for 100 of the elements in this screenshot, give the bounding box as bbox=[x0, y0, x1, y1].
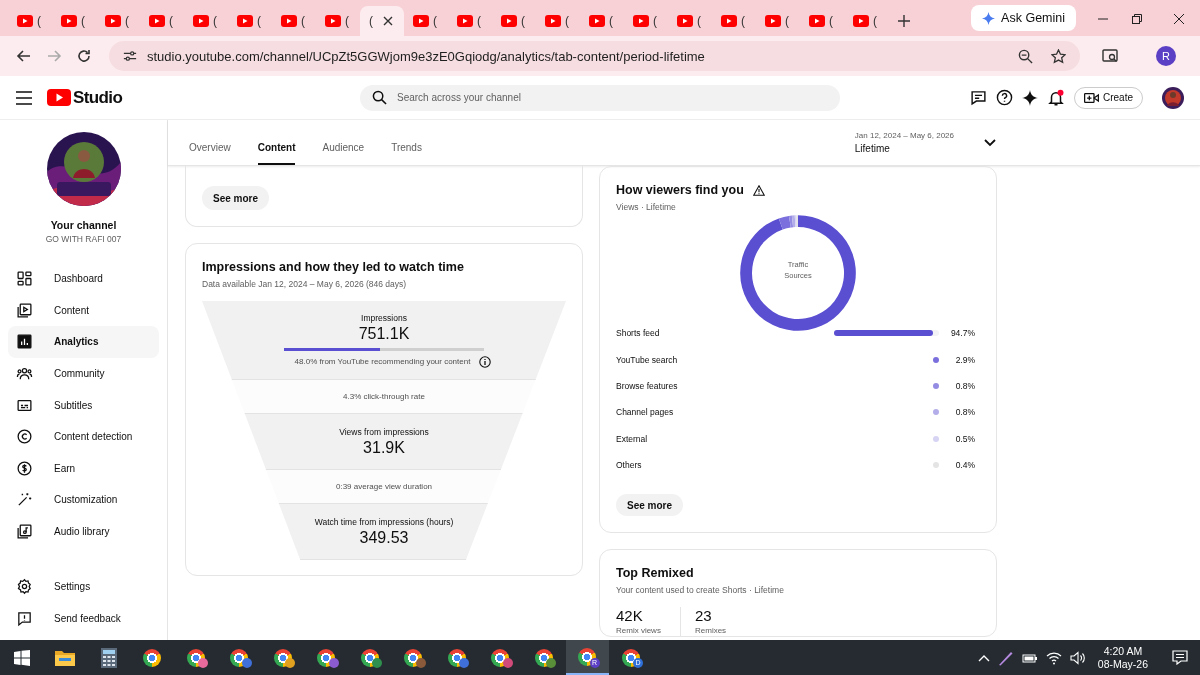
clock-date[interactable]: 08-May-26 bbox=[1097, 657, 1148, 671]
browser-tab[interactable]: ( bbox=[52, 6, 96, 36]
source-percent: 0.8% bbox=[954, 407, 975, 418]
nav-item[interactable]: Dashboard bbox=[8, 263, 159, 295]
close-icon[interactable] bbox=[383, 16, 393, 26]
analytics-tab[interactable]: Audience bbox=[322, 120, 365, 165]
new-tab-icon[interactable] bbox=[898, 15, 910, 27]
analytics-tab[interactable]: Content bbox=[257, 120, 296, 165]
battery-icon[interactable] bbox=[1021, 651, 1038, 664]
video-play-icon bbox=[325, 15, 341, 27]
metric-label: Impressions bbox=[361, 312, 407, 323]
browser-tab[interactable]: ( bbox=[360, 6, 404, 36]
browser-tab[interactable]: ( bbox=[712, 6, 756, 36]
notification-icon[interactable] bbox=[1172, 650, 1188, 665]
nav-item[interactable]: Content bbox=[8, 294, 159, 327]
browser-tab[interactable]: ( bbox=[228, 6, 272, 36]
browser-tab[interactable]: ( bbox=[844, 6, 888, 36]
card-subtitle: Views · Lifetime bbox=[616, 202, 677, 212]
nav-item[interactable]: Content detection bbox=[8, 420, 159, 453]
browser-tab[interactable]: ( bbox=[184, 6, 228, 36]
source-name: Channel pages bbox=[616, 407, 675, 418]
calculator-icon bbox=[100, 647, 117, 668]
settings-icon bbox=[16, 578, 33, 596]
search-field[interactable]: Search across your channel bbox=[360, 84, 840, 111]
browser-tab[interactable]: ( bbox=[448, 6, 492, 36]
browser-tab[interactable]: ( bbox=[800, 6, 844, 36]
period-label: Lifetime bbox=[854, 143, 891, 154]
profile-button[interactable]: R bbox=[1156, 46, 1176, 66]
browser-tab[interactable]: ( bbox=[536, 6, 580, 36]
video-play-icon bbox=[193, 15, 209, 27]
nav-item[interactable]: Settings bbox=[8, 570, 159, 603]
browser-tab[interactable]: ( bbox=[580, 6, 624, 36]
site-settings-icon[interactable] bbox=[123, 49, 137, 63]
source-percent: 0.8% bbox=[954, 380, 975, 391]
browser-tab[interactable]: ( bbox=[316, 6, 360, 36]
reload-icon[interactable] bbox=[76, 48, 92, 64]
period-selector[interactable]: Jan 12, 2024 – May 6, 2026 Lifetime bbox=[854, 120, 996, 165]
nav-item[interactable]: Analytics bbox=[8, 326, 159, 358]
chevron-up-icon[interactable] bbox=[977, 653, 990, 662]
see-more-button[interactable]: See more bbox=[616, 494, 684, 516]
pen-icon[interactable] bbox=[997, 649, 1014, 666]
video-play-icon bbox=[237, 15, 253, 27]
sparkle-icon[interactable] bbox=[1022, 89, 1038, 106]
bar-chart-icon bbox=[16, 333, 33, 351]
copyright-icon bbox=[16, 428, 33, 446]
close-icon[interactable] bbox=[1174, 14, 1184, 24]
nav-item[interactable]: Community bbox=[8, 357, 159, 390]
metric-label: Watch time from impressions (hours) bbox=[314, 516, 454, 527]
wifi-icon[interactable] bbox=[1045, 650, 1062, 665]
search-icon bbox=[372, 90, 387, 105]
info-icon[interactable] bbox=[479, 355, 492, 368]
metric-note: 48.0% from YouTube recommending your content bbox=[294, 357, 471, 366]
video-play-icon bbox=[47, 89, 71, 106]
browser-tab[interactable]: ( bbox=[668, 6, 712, 36]
star-icon[interactable] bbox=[1051, 48, 1066, 64]
video-play-icon bbox=[677, 15, 693, 27]
browser-tab[interactable]: ( bbox=[96, 6, 140, 36]
gemini-button[interactable]: Ask Gemini bbox=[971, 5, 1076, 31]
browser-tab[interactable]: ( bbox=[756, 6, 800, 36]
card-subtitle: Data available Jan 12, 2024 – May 6, 2026 (846 days) bbox=[202, 279, 408, 289]
browser-tab[interactable]: ( bbox=[492, 6, 536, 36]
nav-item[interactable]: Audio library bbox=[8, 515, 159, 548]
chevron-down-icon bbox=[984, 138, 996, 147]
stat-label: Remix views bbox=[616, 625, 662, 636]
help-icon[interactable] bbox=[996, 89, 1013, 106]
analytics-tab[interactable]: Overview bbox=[189, 120, 231, 165]
sparkle-icon bbox=[982, 11, 996, 25]
source-percent: 2.9% bbox=[954, 354, 975, 365]
warning-icon[interactable] bbox=[752, 184, 765, 196]
source-name: Shorts feed bbox=[616, 328, 661, 339]
feedback-icon[interactable] bbox=[970, 89, 987, 106]
browser-tab[interactable]: ( bbox=[272, 6, 316, 36]
nav-item[interactable]: Earn bbox=[8, 452, 159, 485]
menu-icon[interactable] bbox=[16, 90, 32, 105]
browser-tab[interactable]: ( bbox=[8, 6, 52, 36]
analytics-tab[interactable]: Trends bbox=[391, 120, 422, 165]
browser-icon bbox=[534, 648, 553, 667]
channel-name: GO WITH RAFI 007 bbox=[45, 234, 122, 244]
source-name: Others bbox=[616, 460, 643, 471]
back-icon[interactable] bbox=[16, 48, 32, 64]
address-bar[interactable]: studio.youtube.com/channel/UCpZt5GGWjom9e3zE0Gqiodg/analytics/tab-content/period-lifetime bbox=[109, 41, 1080, 71]
browser-tab[interactable]: ( bbox=[404, 6, 448, 36]
video-play-icon bbox=[853, 15, 869, 27]
restore-icon[interactable] bbox=[1132, 14, 1142, 24]
bell-icon[interactable] bbox=[1047, 88, 1065, 107]
see-more-button[interactable]: See more bbox=[202, 186, 270, 210]
nav-item[interactable]: Subtitles bbox=[8, 389, 159, 421]
speaker-icon[interactable] bbox=[1069, 650, 1086, 665]
zoom-out-icon[interactable] bbox=[1018, 48, 1033, 64]
tab-search-icon[interactable] bbox=[1102, 48, 1118, 64]
nav-item[interactable]: Customization bbox=[8, 484, 159, 516]
browser-tab[interactable]: ( bbox=[624, 6, 668, 36]
source-name: External bbox=[616, 433, 649, 444]
video-play-icon bbox=[501, 15, 517, 27]
browser-icon bbox=[360, 648, 379, 667]
clock-time[interactable]: 4:20 AM bbox=[1103, 644, 1143, 658]
stat-value: 42K bbox=[616, 607, 644, 625]
card-subtitle: Your content used to create Shorts · Lifetime bbox=[616, 585, 785, 595]
browser-tab[interactable]: ( bbox=[140, 6, 184, 36]
nav-item[interactable]: Send feedback bbox=[8, 602, 159, 634]
